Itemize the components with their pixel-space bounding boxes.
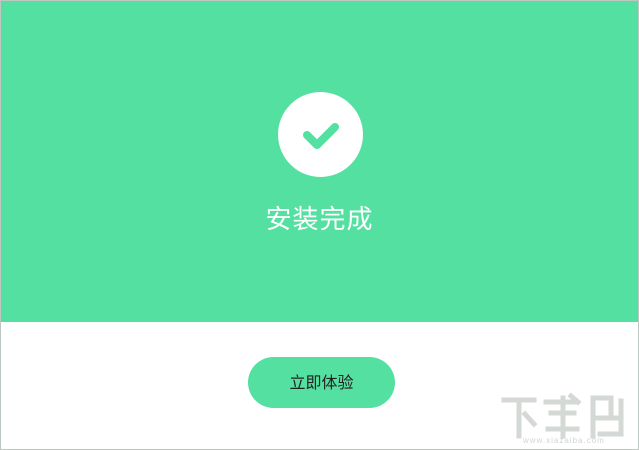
try-now-button[interactable]: 立即体验 — [248, 357, 395, 408]
success-banner: 安装完成 — [1, 1, 638, 322]
installer-window: 安装完成 立即体验 www.xiazaiba.com — [0, 0, 639, 450]
install-complete-title: 安装完成 — [265, 205, 374, 235]
action-footer: 立即体验 — [1, 322, 638, 449]
check-circle-icon — [278, 92, 363, 177]
check-mark-icon — [303, 123, 339, 149]
